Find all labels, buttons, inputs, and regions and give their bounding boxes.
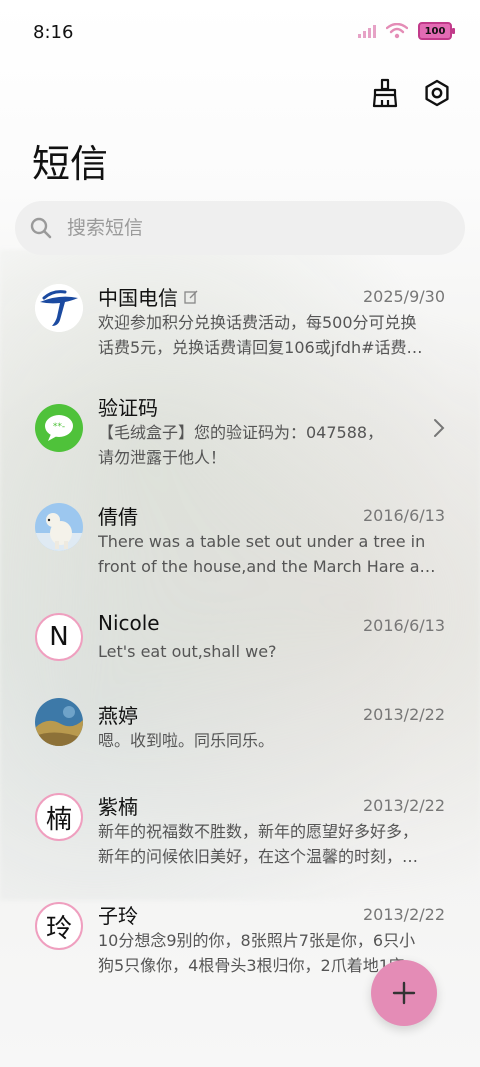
broom-icon	[372, 78, 398, 108]
wifi-icon	[386, 23, 408, 39]
polar-bear-photo	[35, 503, 83, 551]
page-title: 短信	[32, 142, 109, 186]
polar-bear-avatar	[35, 503, 83, 551]
battery-level: 100	[424, 25, 446, 37]
contact-avatar: 楠	[35, 793, 83, 841]
avatar-letter: N	[49, 622, 69, 652]
snippet-line: Let's eat out,shall we?	[98, 642, 277, 661]
status-icons: 100	[358, 22, 455, 40]
snippet-line: 请勿泄露于他人！	[98, 448, 227, 467]
conversation-date: 2025/9/30	[362, 287, 445, 306]
conversation-item[interactable]: 中国电信 2025/9/30 欢迎参加积分兑换话费活动，每500分可兑换 话费5…	[0, 270, 480, 375]
conversation-date: 2016/6/13	[362, 616, 445, 635]
conversation-snippet: Let's eat out,shall we?	[98, 639, 444, 664]
snippet-line: 嗯。收到啦。同乐同乐。	[98, 731, 275, 750]
conversation-name: 中国电信	[98, 286, 178, 310]
conversation-name: 紫楠	[98, 795, 138, 819]
contact-avatar: 玲	[35, 902, 83, 950]
search-icon	[30, 217, 52, 239]
message-bubble-icon: **-	[45, 415, 73, 441]
conversation-item[interactable]: 燕婷 2013/2/22 嗯。收到啦。同乐同乐。	[0, 688, 480, 793]
conversation-item[interactable]: 楠 紫楠 2013/2/22 新年的祝福数不胜数，新年的愿望好多好多， 新年的问…	[0, 779, 480, 884]
snippet-line: There was a table set out under a tree i…	[98, 532, 426, 551]
verification-avatar: **-	[35, 404, 83, 452]
snippet-line: 10分想念9别的你，8张照片7张是你，6只小	[98, 931, 416, 950]
conversation-date: 2013/2/22	[362, 796, 445, 815]
conversation-snippet: There was a table set out under a tree i…	[98, 529, 444, 579]
toolbar	[370, 78, 452, 108]
conversation-item[interactable]: **- 验证码 【毛绒盒子】您的验证码为：047588， 请勿泄露于他人！	[0, 380, 480, 485]
conversation-name: 验证码	[98, 396, 158, 420]
edit-icon	[184, 290, 198, 304]
conversation-snippet: 新年的祝福数不胜数，新年的愿望好多好多， 新年的问候依旧美好，在这个温馨的时刻，…	[98, 819, 444, 869]
snippet-line: 话费5元，兑换话费请回复106或jfdh#话费…	[98, 338, 423, 357]
status-time: 8:16	[33, 22, 74, 43]
conversation-name: Nicole	[98, 611, 160, 635]
china-telecom-avatar	[35, 284, 83, 332]
battery-indicator: 100	[418, 22, 455, 40]
signal-icon	[358, 25, 376, 38]
conversation-item[interactable]: 倩倩 2016/6/13 There was a table set out u…	[0, 489, 480, 594]
snippet-line: 新年的祝福数不胜数，新年的愿望好多好多，	[98, 822, 419, 841]
chevron-right-icon	[434, 419, 445, 437]
conversation-date: 2016/6/13	[362, 506, 445, 525]
contact-avatar: N	[35, 613, 83, 661]
gear-icon	[425, 79, 449, 107]
status-bar: 8:16 100	[0, 0, 480, 66]
avatar-letter: 楠	[45, 804, 72, 835]
avatar-letter: 玲	[45, 913, 72, 944]
clean-button[interactable]	[370, 78, 400, 108]
landscape-photo	[35, 698, 83, 746]
search-bar[interactable]	[15, 201, 465, 255]
snippet-line: front of the house,and the March Hare an…	[98, 557, 444, 576]
conversation-name: 燕婷	[98, 704, 138, 728]
conversation-snippet: 嗯。收到啦。同乐同乐。	[98, 728, 444, 753]
svg-text:**-: **-	[53, 422, 65, 432]
conversation-date: 2013/2/22	[362, 705, 445, 724]
snippet-line: 【毛绒盒子】您的验证码为：047588，	[98, 423, 384, 442]
plus-icon	[392, 981, 416, 1005]
conversation-date: 2013/2/22	[362, 905, 445, 924]
conversation-snippet: 欢迎参加积分兑换话费活动，每500分可兑换 话费5元，兑换话费请回复106或jf…	[98, 310, 444, 360]
conversation-name: 倩倩	[98, 505, 138, 529]
conversation-name: 子玲	[98, 904, 138, 928]
search-input[interactable]	[65, 216, 429, 240]
landscape-avatar	[35, 698, 83, 746]
snippet-line: 欢迎参加积分兑换话费活动，每500分可兑换	[98, 313, 417, 332]
conversation-snippet: 【毛绒盒子】您的验证码为：047588， 请勿泄露于他人！	[98, 420, 444, 470]
snippet-line: 新年的问候依旧美好，在这个温馨的时刻，…	[98, 847, 419, 866]
china-telecom-logo	[35, 284, 83, 332]
settings-button[interactable]	[422, 78, 452, 108]
new-message-button[interactable]	[371, 960, 437, 1026]
